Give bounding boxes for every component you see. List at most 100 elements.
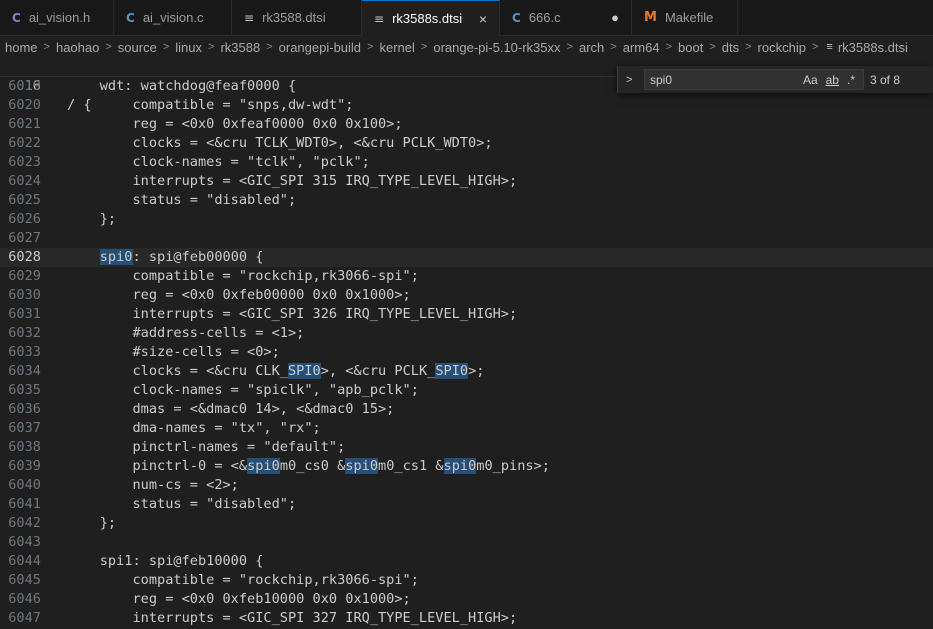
code-line[interactable]: 6027	[0, 229, 933, 248]
breadcrumb-item[interactable]: source	[118, 40, 157, 55]
breadcrumb-item[interactable]: orange-pi-5.10-rk35xx	[433, 40, 560, 55]
breadcrumb-item[interactable]: rk3588	[220, 40, 260, 55]
code-line[interactable]: 6021 reg = <0x0 0xfeaf0000 0x0 0x100>;	[0, 115, 933, 134]
code-line[interactable]: 6042 };	[0, 514, 933, 533]
code-line[interactable]: 6038 pinctrl-names = "default";	[0, 438, 933, 457]
search-match: spi0	[345, 458, 379, 474]
breadcrumb-item[interactable]: kernel	[379, 40, 414, 55]
search-match: spi0	[443, 458, 477, 474]
code-line[interactable]: 6022 clocks = <&cru TCLK_WDT0>, <&cru PC…	[0, 134, 933, 153]
line-number: 6025	[8, 192, 41, 208]
line-number: 6034	[8, 363, 41, 379]
code-text: clocks = <&cru TCLK_WDT0>, <&cru PCLK_WD…	[67, 135, 493, 151]
chevron-right-icon: >	[43, 41, 50, 53]
code-text: dmas = <&dmac0 14>, <&dmac0 15>;	[67, 401, 395, 417]
code-text: interrupts = <GIC_SPI 315 IRQ_TYPE_LEVEL…	[67, 173, 518, 189]
code-line[interactable]: 6032 #address-cells = <1>;	[0, 324, 933, 343]
code-line[interactable]: 6047 interrupts = <GIC_SPI 327 IRQ_TYPE_…	[0, 609, 933, 628]
breadcrumb-item[interactable]: rockchip	[758, 40, 806, 55]
find-input-box[interactable]: spi0 Aa ab .*	[644, 69, 864, 90]
breadcrumb-item[interactable]: arch	[579, 40, 604, 55]
code-text: wdt: watchdog@feaf0000 {	[67, 78, 297, 94]
line-number: 6026	[8, 211, 41, 227]
code-line[interactable]: 6037 dma-names = "tx", "rx";	[0, 419, 933, 438]
code-line[interactable]: 6039 pinctrl-0 = <&spi0m0_cs0 &spi0m0_cs…	[0, 457, 933, 476]
line-number: 6033	[8, 344, 41, 360]
tab-rk3588s-dtsi[interactable]: ≡ rk3588s.dtsi ×	[362, 0, 500, 36]
search-match: spi0	[247, 458, 280, 474]
tab-ai-vision-c[interactable]: Cai_vision.c	[114, 0, 232, 35]
code-line[interactable]: 6030 reg = <0x0 0xfeb00000 0x0 0x1000>;	[0, 286, 933, 305]
breadcrumb-item[interactable]: haohao	[56, 40, 99, 55]
line-number: 6028	[8, 249, 41, 265]
tab-makefile[interactable]: M Makefile	[632, 0, 738, 35]
code-line[interactable]: 6020 compatible = "snps,dw-wdt";	[0, 96, 933, 115]
code-line[interactable]: 6028 spi0: spi@feb00000 {	[0, 248, 933, 267]
code-line[interactable]: 6045 compatible = "rockchip,rk3066-spi";	[0, 571, 933, 590]
tab-rk3588-dtsi[interactable]: ≡ rk3588.dtsi	[232, 0, 362, 35]
line-number: 6047	[8, 610, 41, 626]
line-number: 6030	[8, 287, 41, 303]
code-line[interactable]: 6024 interrupts = <GIC_SPI 315 IRQ_TYPE_…	[0, 172, 933, 191]
c-file-icon: C	[126, 10, 135, 25]
breadcrumb-item[interactable]: linux	[175, 40, 202, 55]
tab-label: ai_vision.c	[142, 10, 204, 25]
line-number: 6032	[8, 325, 41, 341]
code-text: interrupts = <GIC_SPI 326 IRQ_TYPE_LEVEL…	[67, 306, 518, 322]
chevron-right-icon: >	[162, 41, 170, 53]
code-line[interactable]: 6035 clock-names = "spiclk", "apb_pclk";	[0, 381, 933, 400]
code-text: clocks = <&cru CLK_SPI0>, <&cru PCLK_SPI…	[67, 363, 485, 379]
line-number: 6036	[8, 401, 41, 417]
code-line[interactable]: 6029 compatible = "rockchip,rk3066-spi";	[0, 267, 933, 286]
lines-file-icon: ≡	[374, 11, 385, 26]
breadcrumb-item[interactable]: orangepi-build	[279, 40, 361, 55]
line-number: 6045	[8, 572, 41, 588]
chevron-right-icon: >	[420, 41, 428, 53]
line-number: 6039	[8, 458, 41, 474]
code-text: compatible = "rockchip,rk3066-spi";	[67, 572, 419, 588]
breadcrumb-item[interactable]: arm64	[623, 40, 660, 55]
code-line[interactable]: 6033 #size-cells = <0>;	[0, 343, 933, 362]
line-number: 6046	[8, 591, 41, 607]
breadcrumb-item[interactable]: boot	[678, 40, 703, 55]
code-line[interactable]: 6044 spi1: spi@feb10000 {	[0, 552, 933, 571]
line-number: 6027	[8, 230, 41, 246]
line-number: 6044	[8, 553, 41, 569]
code-line[interactable]: 6043	[0, 533, 933, 552]
tab-666-c[interactable]: C 666.c ●	[500, 0, 632, 35]
line-number: 6037	[8, 420, 41, 436]
toggle-replace-icon[interactable]: >	[626, 74, 640, 86]
code-line[interactable]: 6040 num-cs = <2>;	[0, 476, 933, 495]
code-editor[interactable]: 16 / { 6019 wdt: watchdog@feaf0000 {6020…	[0, 58, 933, 629]
code-line[interactable]: 6025 status = "disabled";	[0, 191, 933, 210]
chevron-right-icon: >	[709, 41, 716, 53]
code-line[interactable]: 6046 reg = <0x0 0xfeb10000 0x0 0x1000>;	[0, 590, 933, 609]
code-text: clock-names = "spiclk", "apb_pclk";	[67, 382, 419, 398]
code-line[interactable]: 6023 clock-names = "tclk", "pclk";	[0, 153, 933, 172]
code-line[interactable]: 6041 status = "disabled";	[0, 495, 933, 514]
use-regex-icon[interactable]: .*	[847, 73, 855, 87]
breadcrumb-file[interactable]: rk3588s.dtsi	[838, 40, 908, 55]
code-line[interactable]: 6026 };	[0, 210, 933, 229]
breadcrumb-item[interactable]: home	[5, 40, 38, 55]
line-number: 6042	[8, 515, 41, 531]
code-text: pinctrl-0 = <&spi0m0_cs0 &spi0m0_cs1 &sp…	[67, 458, 550, 474]
line-number: 6043	[8, 534, 41, 550]
match-whole-word-icon[interactable]: ab	[826, 73, 839, 87]
c-file-icon: C	[512, 10, 521, 25]
tab-ai-vision-h[interactable]: Cai_vision.h	[0, 0, 114, 35]
c-file-icon: C	[12, 10, 21, 25]
close-icon[interactable]: ×	[479, 11, 487, 27]
code-line[interactable]: 6036 dmas = <&dmac0 14>, <&dmac0 15>;	[0, 400, 933, 419]
tab-label: Makefile	[664, 10, 714, 25]
code-line[interactable]: 6031 interrupts = <GIC_SPI 326 IRQ_TYPE_…	[0, 305, 933, 324]
find-input[interactable]: spi0	[650, 73, 803, 87]
code-text: compatible = "rockchip,rk3066-spi";	[67, 268, 419, 284]
chevron-right-icon: >	[266, 41, 273, 53]
code-text: num-cs = <2>;	[67, 477, 239, 493]
unsaved-dot-icon[interactable]: ●	[611, 10, 619, 25]
code-line[interactable]: 6034 clocks = <&cru CLK_SPI0>, <&cru PCL…	[0, 362, 933, 381]
breadcrumb-item[interactable]: dts	[722, 40, 739, 55]
match-case-icon[interactable]: Aa	[803, 73, 818, 87]
code-text: status = "disabled";	[67, 496, 297, 512]
